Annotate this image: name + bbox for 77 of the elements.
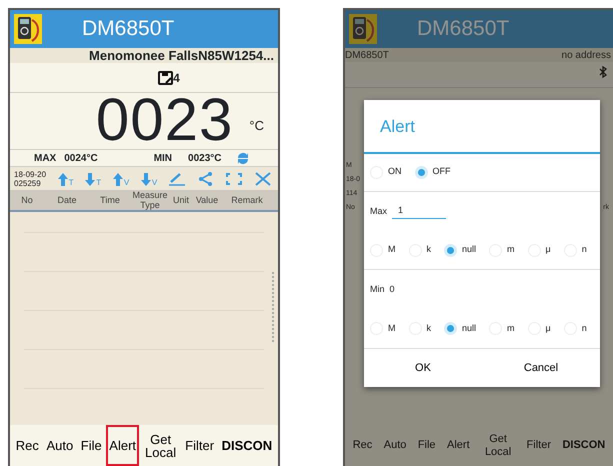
app-title: DM6850T (82, 16, 174, 42)
up-arrow-icon (112, 170, 124, 186)
min-value: 0023°C (188, 152, 222, 166)
bottom-bar-button[interactable]: Auto (380, 425, 410, 466)
field-value: 0 (390, 282, 395, 296)
input-field[interactable]: 1 (392, 204, 446, 219)
close-icon (254, 170, 272, 186)
save-icon (158, 70, 174, 84)
dialog-button[interactable]: Cancel (482, 348, 600, 387)
radio-button[interactable] (444, 244, 457, 256)
radio-label: m (507, 322, 515, 335)
bottom-bar-button[interactable]: File (78, 425, 105, 466)
bottom-bar-button[interactable]: DISCON (218, 425, 276, 466)
column-header: Unit (172, 195, 190, 205)
min-label: MIN (154, 152, 172, 166)
bottom-bar-button[interactable]: File (414, 425, 439, 466)
radio-label: k (426, 322, 431, 335)
column-header: No (20, 195, 34, 205)
dialog-button[interactable]: OK (364, 348, 482, 387)
radio-label: M (388, 243, 396, 256)
bottom-bar-button[interactable]: DISCON (559, 425, 608, 466)
radio-label: OFF (432, 165, 450, 178)
down-arrow-icon (84, 170, 96, 186)
radio-label: n (582, 243, 587, 256)
date-text: 18-09-20 (14, 170, 46, 178)
radio-label: μ (546, 322, 551, 335)
bottom-bar-button[interactable]: Alert (106, 425, 140, 466)
time-text: 025259 (14, 178, 42, 188)
meter-logo-icon (349, 14, 377, 44)
radio-button[interactable] (414, 166, 428, 178)
field-label: Max (370, 204, 388, 218)
bottom-bar-button[interactable]: Auto (43, 425, 76, 466)
saved-count: 4 (173, 70, 180, 86)
radio-label: μ (546, 243, 551, 256)
location-text: Menomonee FallsN85W1254... (10, 48, 278, 63)
meter-logo-icon (14, 14, 42, 44)
column-header: Value (194, 195, 220, 205)
down-arrow-icon (140, 170, 152, 186)
radio-label: null (462, 322, 476, 335)
bottom-bar-button[interactable]: Filter (182, 425, 218, 466)
radio-label: n (582, 322, 587, 335)
address-text: no address (562, 49, 611, 62)
scrollbar (272, 272, 274, 342)
expand-icon (225, 170, 244, 186)
bottom-bar-button[interactable]: Rec (350, 425, 376, 466)
max-value: 0024°C (64, 152, 98, 166)
radio-label: m (507, 243, 515, 256)
radio-label: null (462, 243, 476, 256)
radio-label: ON (388, 165, 402, 178)
column-header: Measure Type (131, 190, 168, 210)
axis-letter: V (124, 178, 130, 186)
column-header: Date (56, 195, 78, 205)
bottom-bar-button[interactable]: Get Local (478, 425, 518, 466)
bluetooth-icon (599, 66, 607, 78)
reading-unit: °C (249, 116, 264, 134)
column-header: Remark (230, 195, 264, 205)
bottom-bar-button[interactable]: Get Local (140, 425, 181, 466)
share-icon (196, 170, 215, 186)
reading-value: 0023 (96, 91, 234, 149)
radio-label: M (388, 322, 396, 335)
axis-letter: T (96, 178, 102, 186)
dialog-title: Alert (364, 100, 600, 154)
radio-button[interactable] (444, 322, 457, 335)
max-label: MAX (34, 152, 56, 166)
bottom-bar-button[interactable]: Filter (524, 425, 554, 466)
radio-label: k (426, 243, 431, 256)
app-title: DM6850T (417, 16, 510, 42)
bottom-bar-button[interactable]: Rec (12, 425, 42, 466)
column-header: Time (99, 195, 121, 205)
field-label: Min (370, 282, 385, 296)
axis-letter: T (68, 178, 74, 186)
pencil-icon (168, 170, 186, 186)
axis-letter: V (152, 178, 158, 186)
device-name: DM6850T (345, 49, 389, 62)
refresh-icon (236, 152, 250, 164)
up-arrow-icon (56, 170, 69, 186)
bottom-bar-button[interactable]: Alert (444, 425, 473, 466)
